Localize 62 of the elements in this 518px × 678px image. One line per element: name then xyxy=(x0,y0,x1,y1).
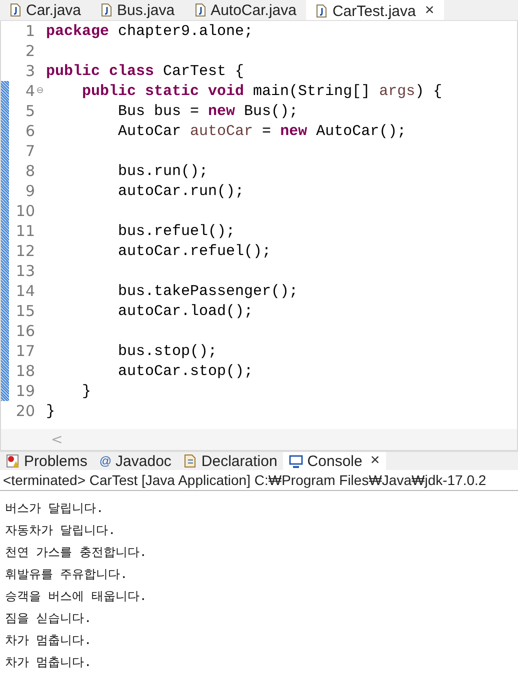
line-number: 11 xyxy=(14,221,36,241)
line-number: 5 xyxy=(24,101,36,121)
code-line: bus.stop(); xyxy=(117,342,218,360)
code-line: autoCar.load(); xyxy=(117,302,254,320)
editor-tab[interactable]: AutoCar.java xyxy=(184,0,306,20)
editor-tab[interactable]: Bus.java xyxy=(91,0,185,20)
declaration-icon xyxy=(183,454,198,468)
line-number: 1 xyxy=(24,21,36,41)
code-line: } xyxy=(81,382,92,400)
panel-tab[interactable]: Console × xyxy=(283,452,386,470)
console-output-line: 천연 가스를 충전합니다. xyxy=(5,544,148,561)
console-icon xyxy=(289,454,304,468)
fold-icon[interactable]: ⊖ xyxy=(35,86,45,96)
line-number: 17 xyxy=(14,341,36,361)
at-sign-icon: @ xyxy=(99,454,112,468)
line-number: 7 xyxy=(24,141,36,161)
console-output-line: 차가 멈춥니다. xyxy=(5,632,92,649)
console-output-line: 짐을 싣습니다. xyxy=(5,610,92,627)
java-file-icon xyxy=(101,3,112,17)
problems-icon xyxy=(6,454,20,468)
console-output-line: 휘발유를 주유합니다. xyxy=(5,566,128,583)
panel-tab[interactable]: Declaration xyxy=(177,452,284,470)
line-number: 15 xyxy=(14,301,36,321)
line-number: 10 xyxy=(14,201,36,221)
line-number: 6 xyxy=(24,121,36,141)
line-number: 3 xyxy=(24,61,36,81)
code-line: package chapter9.alone; xyxy=(45,22,254,40)
java-file-icon xyxy=(316,4,328,18)
java-file-icon xyxy=(10,3,21,17)
line-number: 13 xyxy=(14,261,36,281)
line-number: 8 xyxy=(24,161,36,181)
code-line: autoCar.run(); xyxy=(117,182,244,200)
code-line: autoCar.stop(); xyxy=(117,362,254,380)
line-number: 16 xyxy=(14,321,36,341)
line-number: 2 xyxy=(24,41,36,61)
console-output-line: 승객을 버스에 태웁니다. xyxy=(5,588,148,605)
panel-tab[interactable]: @ Javadoc xyxy=(93,452,178,470)
code-line: } xyxy=(45,402,56,420)
line-number: 9 xyxy=(24,181,36,201)
line-number: 20 xyxy=(14,401,36,421)
code-line: bus.refuel(); xyxy=(117,222,236,240)
editor-tab[interactable]: Car.java xyxy=(0,0,92,20)
console-output-line: 차가 멈춥니다. xyxy=(5,654,92,671)
close-icon[interactable]: × xyxy=(370,452,380,470)
line-number: 18 xyxy=(14,361,36,381)
line-number: 12 xyxy=(14,241,36,261)
code-line: bus.run(); xyxy=(117,162,208,180)
code-line: autoCar.refuel(); xyxy=(117,242,272,260)
code-line: AutoCar autoCar = new AutoCar(); xyxy=(117,122,406,140)
java-file-icon xyxy=(194,3,206,17)
console-output-line: 자동차가 달립니다. xyxy=(5,522,116,539)
line-number: 14 xyxy=(14,281,36,301)
editor-tab[interactable]: CarTest.java × xyxy=(306,0,444,20)
panel-tab[interactable]: Problems xyxy=(0,452,94,470)
close-icon[interactable]: × xyxy=(424,2,434,20)
code-line: bus.takePassenger(); xyxy=(117,282,298,300)
console-output-line: 버스가 달립니다. xyxy=(5,500,104,517)
line-number: 19 xyxy=(14,381,36,401)
line-number: 4⊖ xyxy=(24,81,45,101)
code-line: public static void main(String[] args) { xyxy=(81,82,442,100)
code-line: public class CarTest { xyxy=(45,62,244,80)
code-line: Bus bus = new Bus(); xyxy=(117,102,298,120)
